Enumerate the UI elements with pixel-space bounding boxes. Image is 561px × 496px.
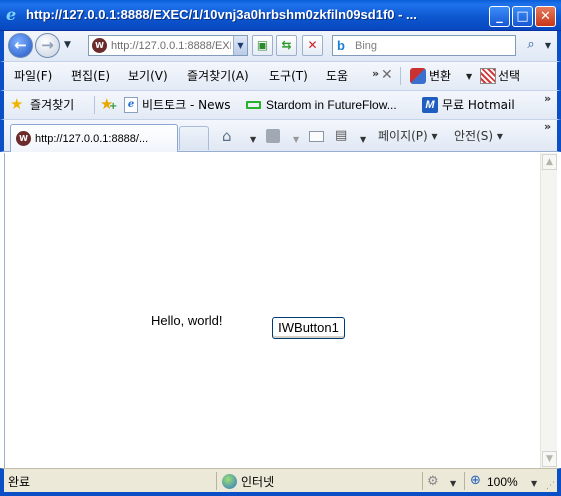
favorites-bar: ★ 즐겨찾기 ★ e 비트토크 - News Stardom in Future… xyxy=(0,90,561,119)
favorites-overflow-chevron-icon[interactable]: » xyxy=(544,93,551,105)
scroll-down-arrow-icon[interactable]: ▼ xyxy=(542,451,557,467)
back-button[interactable]: ← xyxy=(8,33,33,58)
menu-favorites[interactable]: 즐겨찾기(A) xyxy=(187,68,249,84)
close-icon: ✕ xyxy=(540,9,551,24)
print-icon[interactable]: ▤ xyxy=(335,128,347,144)
history-dropdown-icon[interactable]: ▼ xyxy=(64,40,71,50)
convert-icon xyxy=(410,68,426,84)
menu-tools[interactable]: 도구(T) xyxy=(269,68,308,84)
address-dropdown-icon[interactable]: ▼ xyxy=(233,36,247,55)
mail-icon[interactable] xyxy=(309,131,324,142)
favorites-separator xyxy=(94,96,95,114)
compatibility-view-button[interactable]: ▣ xyxy=(252,35,273,56)
add-favorite-icon[interactable]: ★ xyxy=(100,96,118,115)
safety-menu-button[interactable]: 안전(S) ▾ xyxy=(454,128,503,144)
address-field[interactable]: W http://127.0.0.1:8888/EXEC/1/10vnj3a0h… xyxy=(88,35,248,56)
status-text: 완료 xyxy=(8,475,31,489)
back-arrow-icon: ← xyxy=(14,36,27,54)
toolbar-separator xyxy=(400,67,401,85)
page-menu-button[interactable]: 페이지(P) ▾ xyxy=(378,128,438,144)
window-title: http://127.0.0.1:8888/EXEC/1/10vnj3a0hrb… xyxy=(26,7,417,22)
stardom-icon xyxy=(246,101,261,109)
hello-label: Hello, world! xyxy=(151,313,223,328)
bing-logo-icon: b xyxy=(337,38,345,53)
minimize-button[interactable]: _ xyxy=(489,6,510,27)
zoom-level[interactable]: 100% xyxy=(487,474,518,490)
page-content: Hello, world! IWButton1 ▲ ▼ xyxy=(4,153,557,468)
status-separator xyxy=(216,472,217,490)
site-favicon-icon: W xyxy=(92,38,107,53)
menu-overflow-chevron-icon[interactable]: » xyxy=(372,68,379,80)
rss-dropdown-icon[interactable]: ▼ xyxy=(293,132,299,148)
menu-edit[interactable]: 편집(E) xyxy=(71,68,110,84)
compatibility-icon: ▣ xyxy=(256,38,269,52)
refresh-button[interactable]: ⇆ xyxy=(276,35,297,56)
tab-active[interactable]: W http://127.0.0.1:8888/... xyxy=(10,124,178,152)
resize-grip-icon[interactable]: ⋰ xyxy=(546,481,555,491)
maximize-icon: □ xyxy=(516,9,529,24)
address-toolbar: ← → ▼ W http://127.0.0.1:8888/EXEC/1/10v… xyxy=(0,31,561,61)
favorite-link-stardom[interactable]: Stardom in FutureFlow... xyxy=(266,97,397,113)
internet-globe-icon xyxy=(222,474,237,489)
iwbutton1[interactable]: IWButton1 xyxy=(272,317,345,339)
search-placeholder: Bing xyxy=(355,40,378,52)
status-bar: 완료 인터넷 ⚙ ▼ ⊕ 100% ▼ ⋰ xyxy=(0,468,561,496)
minimize-icon: _ xyxy=(496,9,503,24)
tab-favicon-icon: W xyxy=(16,131,31,146)
favorites-button[interactable]: 즐겨찾기 xyxy=(30,97,74,113)
forward-arrow-icon: → xyxy=(41,36,54,54)
status-separator xyxy=(422,472,423,490)
status-separator xyxy=(464,472,465,490)
scroll-up-arrow-icon[interactable]: ▲ xyxy=(542,154,557,170)
hotmail-icon: M xyxy=(422,97,438,113)
favorite-link-bitalk[interactable]: 비트토크 - News xyxy=(142,97,231,113)
home-dropdown-icon[interactable]: ▼ xyxy=(250,132,256,148)
favorite-link-hotmail[interactable]: 무료 Hotmail xyxy=(442,97,515,113)
protected-mode-dropdown-icon[interactable]: ▼ xyxy=(450,479,456,488)
favorites-star-icon[interactable]: ★ xyxy=(10,96,23,112)
maximize-button[interactable]: □ xyxy=(512,6,533,27)
title-bar[interactable]: e http://127.0.0.1:8888/EXEC/1/10vnj3a0h… xyxy=(0,0,561,31)
tab-command-bar: W http://127.0.0.1:8888/... ⌂ ▼ ▼ ▤ ▼ 페이… xyxy=(0,119,561,152)
search-icon[interactable]: ⌕ xyxy=(521,35,541,56)
vertical-scrollbar[interactable]: ▲ ▼ xyxy=(540,153,557,468)
stop-button[interactable]: ✕ xyxy=(302,35,323,56)
print-dropdown-icon[interactable]: ▼ xyxy=(360,132,366,148)
zoom-dropdown-icon[interactable]: ▼ xyxy=(531,479,537,488)
zoom-icon[interactable]: ⊕ xyxy=(470,473,481,488)
forward-button[interactable]: → xyxy=(35,33,60,58)
close-button[interactable]: ✕ xyxy=(535,6,556,27)
security-zone-label[interactable]: 인터넷 xyxy=(241,474,274,490)
menu-file[interactable]: 파일(F) xyxy=(14,68,52,84)
convert-dropdown-icon[interactable]: ▼ xyxy=(466,72,472,81)
search-options-dropdown-icon[interactable]: ▼ xyxy=(542,35,554,56)
protected-mode-icon[interactable]: ⚙ xyxy=(427,474,439,489)
select-button[interactable]: 선택 xyxy=(498,68,520,84)
menu-bar: 파일(F) 편집(E) 보기(V) 즐겨찾기(A) 도구(T) 도움 » ✕ 변… xyxy=(0,61,561,90)
rss-feed-icon[interactable] xyxy=(266,129,280,143)
close-toolbar-icon[interactable]: ✕ xyxy=(381,67,393,83)
ie-logo-icon: e xyxy=(6,5,17,24)
convert-button[interactable]: 변환 xyxy=(429,68,451,84)
menu-view[interactable]: 보기(V) xyxy=(128,68,168,84)
search-input[interactable]: b Bing xyxy=(332,35,516,56)
new-tab-button[interactable] xyxy=(179,126,209,150)
menu-help[interactable]: 도움 xyxy=(326,68,348,84)
select-icon xyxy=(480,68,496,84)
command-overflow-chevron-icon[interactable]: » xyxy=(544,121,551,133)
home-icon[interactable]: ⌂ xyxy=(222,128,232,144)
tab-title: http://127.0.0.1:8888/... xyxy=(35,133,149,145)
address-url[interactable]: http://127.0.0.1:8888/EXEC/1/10vnj3a0hrb… xyxy=(111,39,231,53)
ie-page-icon: e xyxy=(124,97,138,113)
stop-icon: ✕ xyxy=(307,38,318,52)
refresh-icon: ⇆ xyxy=(281,38,292,52)
